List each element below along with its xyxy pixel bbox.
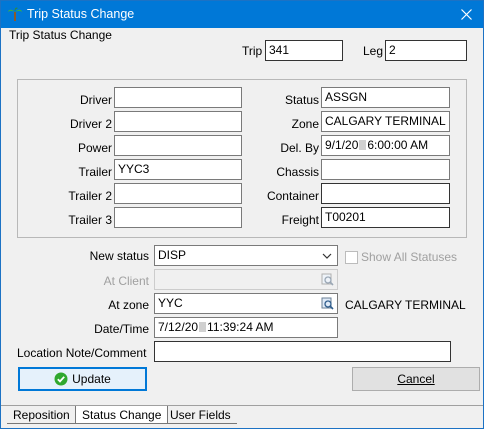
zone-field[interactable]: CALGARY TERMINAL (321, 111, 450, 132)
driver-field[interactable] (114, 87, 242, 108)
datetime-date: 7/12/20 (158, 320, 199, 334)
at-zone-name: CALGARY TERMINAL (345, 298, 466, 312)
container-field[interactable] (321, 183, 450, 204)
location-note-label: Location Note/Comment (17, 346, 147, 360)
show-all-statuses-checkbox[interactable] (345, 251, 358, 264)
datetime-field[interactable]: 7/12/20 11:39:24 AM (154, 317, 338, 338)
trailer2-label: Trailer 2 (68, 189, 112, 203)
del-by-date: 9/1/20 (325, 138, 359, 152)
trailer-field[interactable]: YYC3 (114, 159, 242, 180)
status-field[interactable]: ASSGN (321, 87, 450, 108)
location-note-field[interactable] (154, 341, 451, 362)
section-label: Trip Status Change (9, 28, 112, 42)
trailer3-field[interactable] (114, 207, 242, 228)
title-bar: Trip Status Change (1, 1, 483, 28)
freight-label: Freight (281, 213, 319, 227)
search-icon[interactable] (319, 295, 335, 312)
del-by-label: Del. By (280, 141, 319, 155)
at-client-label: At Client (103, 274, 149, 288)
new-status-select[interactable]: DISP (154, 245, 338, 266)
chevron-down-icon[interactable] (319, 247, 335, 264)
datetime-label: Date/Time (94, 322, 149, 336)
trailer2-field[interactable] (114, 183, 242, 204)
at-zone-value: YYC (158, 296, 183, 310)
freight-field[interactable]: T00201 (321, 207, 450, 228)
trip-label: Trip (242, 44, 263, 58)
tab-status-change[interactable]: Status Change (75, 406, 169, 424)
tab-reposition[interactable]: Reposition (7, 406, 76, 424)
app-palm-tree-icon (7, 6, 23, 22)
at-zone-field[interactable]: YYC (154, 293, 338, 314)
driver-label: Driver (80, 93, 112, 107)
trailer-label: Trailer (78, 165, 112, 179)
cancel-button-label: Cancel (397, 372, 435, 386)
show-all-statuses-label: Show All Statuses (361, 250, 458, 264)
redacted-mark (359, 140, 367, 150)
chassis-label: Chassis (276, 165, 319, 179)
search-icon[interactable] (319, 271, 335, 288)
window-title: Trip Status Change (27, 7, 135, 21)
driver2-label: Driver 2 (69, 117, 112, 131)
update-button-label: Update (72, 372, 111, 386)
del-by-field[interactable]: 9/1/20 6:00:00 AM (321, 135, 450, 156)
power-label: Power (77, 141, 112, 155)
trip-field[interactable]: 341 (265, 40, 343, 61)
trailer3-label: Trailer 3 (68, 213, 112, 227)
cancel-button[interactable]: Cancel (352, 367, 480, 391)
power-field[interactable] (114, 135, 242, 156)
new-status-value: DISP (158, 248, 187, 262)
at-zone-label: At zone (108, 298, 149, 312)
check-circle-icon (54, 372, 68, 386)
at-client-field[interactable] (154, 269, 338, 290)
update-button[interactable]: Update (18, 367, 147, 391)
leg-label: Leg (363, 44, 384, 58)
status-label: Status (284, 93, 319, 107)
del-by-time: 6:00:00 AM (367, 138, 429, 152)
datetime-time: 11:39:24 AM (207, 320, 274, 334)
container-label: Container (266, 189, 319, 203)
trip-status-change-window: Trip Status Change Trip Status Change Tr… (0, 0, 484, 429)
close-icon[interactable] (449, 1, 483, 28)
chassis-field[interactable] (321, 159, 450, 180)
tab-user-fields[interactable]: User Fields (164, 406, 237, 424)
leg-field[interactable]: 2 (385, 40, 467, 61)
zone-label: Zone (291, 117, 319, 131)
bottom-tab-strip: Reposition Status Change User Fields (1, 405, 483, 429)
driver2-field[interactable] (114, 111, 242, 132)
redacted-mark (199, 322, 207, 332)
new-status-label: New status (89, 249, 149, 263)
